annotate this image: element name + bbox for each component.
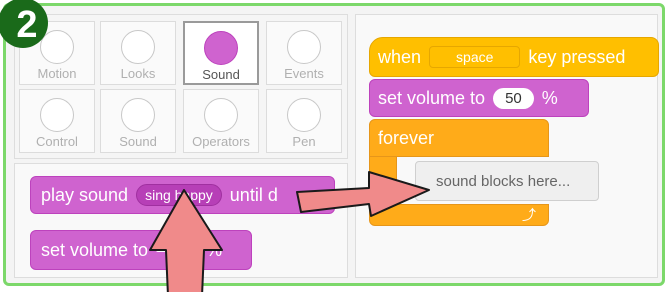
category-pen[interactable]: Pen [266,89,342,153]
category-dot-icon [121,30,155,64]
category-palette: Motion Looks Sound Events Control Sound … [14,14,348,159]
sound-blocks-placeholder[interactable]: sound blocks here... [415,161,599,201]
category-label: Looks [120,66,156,81]
category-dot-icon [121,98,155,132]
category-dot-icon [204,31,238,65]
loop-arrow-icon: ⤴ [522,207,536,223]
category-label: Sound [119,134,157,149]
category-label: Control [36,134,78,149]
block-text: key pressed [528,46,626,67]
category-dot-icon [40,30,74,64]
block-text: forever [378,127,435,148]
block-text: set volume to [378,87,486,108]
category-dot-icon [40,98,74,132]
category-sound-2[interactable]: Sound [100,89,176,153]
right-pointer-arrow-icon [296,171,430,217]
placeholder-text: sound blocks here... [436,172,571,190]
category-dot-icon [287,30,321,64]
category-dot-icon [204,98,238,132]
category-events[interactable]: Events [266,21,342,85]
category-control[interactable]: Control [19,89,95,153]
block-text: when [378,46,422,67]
category-operators[interactable]: Operators [183,89,259,153]
category-label: Sound [202,67,240,82]
category-label: Events [284,66,324,81]
when-key-pressed-block[interactable]: when space key pressed [369,37,659,77]
category-label: Motion [37,66,77,81]
forever-block[interactable]: forever [369,119,549,157]
block-text: until d [229,184,278,205]
block-text: % [541,87,558,108]
category-looks[interactable]: Looks [100,21,176,85]
set-volume-block-script[interactable]: set volume to 50 % [369,79,589,117]
volume-input[interactable]: 50 [493,87,534,109]
category-label: Pen [292,134,316,149]
category-label: Operators [192,134,250,149]
block-text: play sound [41,184,129,205]
key-dropdown[interactable]: space [429,46,521,68]
block-text: set volume to [41,239,149,260]
category-sound[interactable]: Sound [183,21,259,85]
up-pointer-arrow-icon [149,189,223,292]
category-dot-icon [287,98,321,132]
